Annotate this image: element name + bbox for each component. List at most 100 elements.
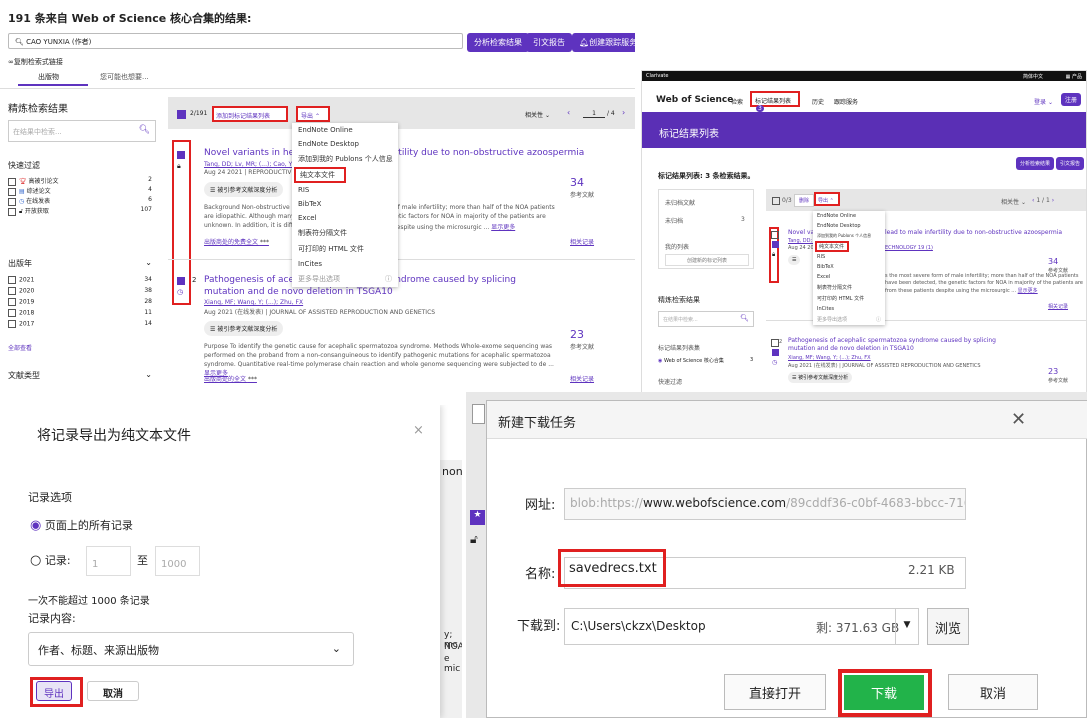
tab-publications[interactable]: 出版物 [38,72,59,82]
source-db-item[interactable]: ◉ Web of Science 核心合集 [658,357,724,364]
menu-item[interactable]: Excel [813,272,885,282]
record-checkbox[interactable] [771,231,779,239]
close-icon[interactable]: × [413,423,424,438]
page-input[interactable]: 1 [583,110,605,118]
menu-item[interactable]: InCites [813,304,885,314]
menu-item-more[interactable]: 更多导出选项 ⓘ [292,271,398,287]
export-confirm-button[interactable]: 导出 [36,681,72,701]
year-item[interactable]: 2021 34 [8,276,156,287]
products-menu[interactable]: ▦ 产品 [1066,73,1082,80]
range-to-input[interactable]: 1000 [155,546,200,576]
radio-all-records[interactable]: ◉ 页面上的所有记录 [30,517,133,533]
sort-select[interactable]: 相关性 ⌄ [525,110,550,119]
record-authors[interactable]: Tang, DD; Lv, MR; (...); Cao, YX [204,161,296,168]
menu-item[interactable]: RIS [292,183,398,197]
cited-reference-analysis-button[interactable]: ☰ 被引参考文献深度分析 [204,182,284,197]
language-select[interactable]: 简体中文 [1023,73,1043,80]
prev-page-icon[interactable]: ‹ [1032,197,1034,204]
menu-item[interactable]: BibTeX [813,262,885,272]
record-checkbox[interactable] [771,339,779,347]
search-query-field[interactable]: 🔍︎ CAO YUNXIA (作者) [8,33,463,49]
record-journal[interactable]: ECHNOLOGY 19 (1) [885,245,933,251]
doc-type-filter-header[interactable]: 文献类型 ⌄ [8,370,156,381]
filter-item[interactable]: ▤ 综述论文 4 [8,186,156,196]
menu-item-more[interactable]: 更多导出选项 ⓘ [813,314,885,325]
search-icon[interactable]: 🔍︎ [139,125,150,135]
pagination[interactable]: ‹ 1 / 1 › [1032,197,1054,204]
menu-item[interactable]: Excel [292,211,398,225]
refine-search-input[interactable]: 在结果中检索... 🔍︎ [658,311,754,327]
nav-search[interactable]: 检索 [731,97,743,106]
record-checkbox[interactable] [177,151,185,159]
close-icon[interactable]: ✕ [1011,409,1026,430]
open-directly-button[interactable]: 直接打开 [724,674,826,710]
download-button[interactable]: 下载 [844,675,924,710]
create-list-button[interactable]: 创建新的标记列表 [665,254,749,266]
menu-item[interactable]: EndNote Desktop [292,137,398,151]
menu-item[interactable]: 添加到我的 Publons 个人信息 [813,231,885,241]
next-page-icon[interactable]: › [1052,197,1054,204]
sort-select[interactable]: 相关性 ⌄ [1001,197,1026,206]
year-filter-header[interactable]: 出版年 ⌄ [8,258,156,269]
menu-item[interactable]: EndNote Online [292,123,398,137]
nav-alerts[interactable]: 跟踪服务 [834,97,858,106]
record-title[interactable]: Pathogenesis of acephalic spermatozoa sy… [788,337,1018,353]
menu-item[interactable]: EndNote Desktop [813,221,885,231]
unclassified-item[interactable]: 未归档 [665,216,683,225]
fulltext-link[interactable]: 出版商处的全文 *** [204,374,257,383]
tab-you-may-also-like[interactable]: 您可能也想要... [100,72,149,82]
menu-item[interactable]: InCites [292,257,398,271]
show-more-link[interactable]: 显示更多 [491,224,515,231]
menu-item[interactable]: 制表符分隔文件 [813,282,885,293]
cited-reference-analysis-button[interactable]: ☰ 被引参考文献深度分析 [204,321,284,336]
filter-item[interactable]: 🔓︎ 开放获取 107 [8,206,156,216]
cited-count[interactable]: 34 [1048,257,1058,266]
checkbox[interactable] [8,276,16,284]
nav-history[interactable]: 历史 [812,97,824,106]
checkbox[interactable] [8,197,16,206]
show-more-link[interactable]: 显示更多 [1018,288,1038,294]
checkbox[interactable] [8,177,16,186]
create-alert-button[interactable]: 🔔︎创建跟踪服务 [572,33,635,52]
next-page-icon[interactable]: › [622,108,625,117]
checkbox[interactable] [8,187,16,196]
browse-button[interactable]: 浏览 [927,608,969,645]
citation-report-button[interactable]: 引文报告 [526,33,572,52]
menu-item-plain-text[interactable]: 纯文本文件 [815,241,849,252]
record-title-tail[interactable]: fertility due to non-obstructive azoospe… [386,148,584,158]
related-records-link[interactable]: 相关记录 [1048,303,1068,310]
nav-marked-list[interactable]: 标记结果列表3 [750,91,800,112]
cited-count[interactable]: 23 [570,328,584,341]
cited-reference-analysis-button[interactable]: ☰ [788,255,801,265]
radio-record-range[interactable]: ○ 记录: [30,552,71,568]
wos-logo[interactable]: Web of Science [656,95,733,105]
login-link[interactable]: 登录 ⌄ [1034,97,1053,106]
cited-reference-analysis-button[interactable]: ☰ 被引参考文献深度分析 [788,372,853,383]
citation-report-button[interactable]: 引文报告 [1056,157,1085,170]
menu-item-plain-text[interactable]: 纯文本文件 [294,167,346,183]
record-checkbox[interactable] [177,277,185,285]
free-fulltext-link[interactable]: 出版商处的免费全文 *** [204,237,269,246]
add-to-marked-list-button[interactable]: 添加到标记结果列表 [212,106,288,122]
menu-item[interactable]: 可打印的 HTML 文件 [813,293,885,304]
see-all-link[interactable]: 全部查看 [8,343,32,352]
year-item[interactable]: 2019 28 [8,298,156,309]
checkbox[interactable] [8,320,16,328]
menu-item[interactable]: BibTeX [292,197,398,211]
menu-item[interactable]: EndNote Online [813,211,885,221]
checkbox[interactable] [8,309,16,317]
year-item[interactable]: 2018 11 [8,309,156,320]
record-title-tail[interactable]: lead to male infertility due to non-obst… [885,229,1062,236]
prev-page-icon[interactable]: ‹ [567,108,570,117]
menu-item[interactable]: 可打印的 HTML 文件 [292,241,398,257]
destination-dropdown-icon[interactable]: ▼ [895,609,918,644]
search-icon[interactable]: 🔍︎ [740,314,749,322]
range-from-input[interactable]: 1 [86,546,131,576]
record-content-select[interactable]: 作者、标题、来源出版物 ⌄ [28,632,354,666]
filter-item[interactable]: ◷ 在线发表 6 [8,196,156,206]
checkbox[interactable] [8,287,16,295]
analyze-results-button[interactable]: 分析检索结果 [467,33,529,52]
checkbox[interactable] [8,298,16,306]
delete-button[interactable]: 删除 [794,194,815,207]
copy-query-link[interactable]: ∞复制检索式链接 [8,57,63,67]
